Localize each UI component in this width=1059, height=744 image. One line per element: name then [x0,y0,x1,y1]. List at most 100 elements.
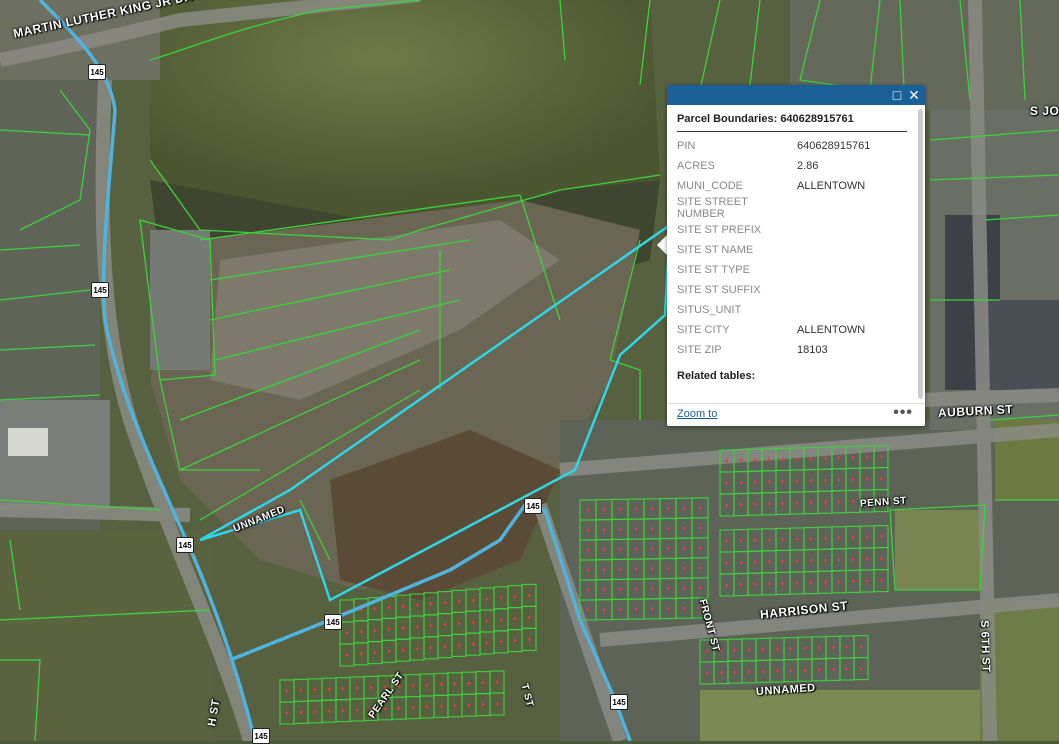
parcel-centroid [879,557,883,560]
parcel-centroid [345,631,349,635]
parcel-centroid [373,629,377,632]
parcel-centroid [739,539,743,542]
parcel-centroid [634,547,638,551]
parcel-centroid [618,608,622,611]
zoom-to-link[interactable]: Zoom to [677,408,717,420]
parcel-centroid [513,595,517,598]
parcel-centroid [879,455,883,458]
parcel-centroid [634,527,638,531]
parcel-centroid [443,623,447,626]
parcel-centroid [602,608,606,612]
parcel-centroid [439,683,443,686]
parcel-centroid [789,669,793,672]
parcel-centroid [859,645,863,648]
attribute-row: SITE ZIP 18103 [677,340,907,360]
parcel-centroid [457,622,461,625]
parcel-centroid [753,582,757,586]
parcel-centroid [851,536,855,539]
attribute-row: SITE ST NAME [677,240,907,260]
parcel-centroid [851,456,855,459]
attribute-label: PIN [677,140,696,152]
parcel-centroid [355,686,359,690]
parcel-centroid [859,667,863,670]
parcel-centroid [650,587,654,591]
parcel-centroid [831,668,835,671]
parcel-centroid [359,630,363,634]
parcel-centroid [481,703,485,706]
parcel-centroid [666,587,670,590]
more-actions-button[interactable]: ••• [893,404,913,422]
parcel-centroid [481,681,485,684]
parcel-centroid [767,582,771,586]
parcel-centroid [781,582,785,585]
route-shield: 145 [88,64,106,80]
parcel-centroid [837,580,841,584]
parcel-centroid [397,706,401,710]
parcel-centroid [618,588,622,591]
close-icon[interactable]: ✕ [906,87,922,103]
attribute-row: SITE CITY ALLENTOWN [677,320,907,340]
related-tables-label: Related tables: [677,370,756,382]
parcel-centroid [733,648,737,652]
parcel-centroid [345,653,349,657]
attribute-label: SITE ST PREFIX [677,224,762,236]
parcel-centroid [586,568,590,572]
parcel-centroid [485,619,489,623]
parcel-centroid [739,459,743,462]
parcel-centroid [369,686,373,689]
parcel-centroid [767,538,771,542]
parcel-centroid [666,507,670,510]
parcel-centroid [845,667,849,671]
parcel-centroid [299,711,303,714]
parcel-centroid [775,647,779,651]
parcel-centroid [809,479,813,482]
parcel-centroid [865,477,869,481]
parcel-centroid [634,507,638,511]
parcel-centroid [879,579,883,582]
maximize-icon[interactable]: □ [889,87,905,103]
parcel-centroid [411,684,415,687]
parcel-centroid [618,528,622,531]
parcel-centroid [495,680,499,684]
parcel-centroid [851,500,855,503]
parcel-centroid [527,616,531,619]
parcel-centroid [341,709,345,712]
parcel-centroid [795,501,799,505]
parcel-centroid [705,671,709,675]
attribute-label: SITE CITY [677,324,730,336]
parcel-centroid [781,458,785,461]
parcel-centroid [698,546,702,550]
parcel-centroid [586,508,590,512]
parcel-centroid [682,566,686,570]
parcel-centroid [753,502,757,506]
attribute-label: SITE ST TYPE [677,264,750,276]
parcel-centroid [753,538,757,542]
parcel-centroid [823,456,827,460]
parcel-centroid [602,508,606,512]
parcel-centroid [471,620,475,624]
parcel-centroid [845,645,849,649]
parcel-centroid [817,646,821,650]
parcel-centroid [725,503,729,507]
route-shield: 145 [91,282,109,298]
parcel-centroid [618,548,622,551]
parcel-centroid [725,583,729,587]
parcel-centroid [879,535,883,538]
attribute-label: SITE ZIP [677,344,722,356]
parcel-centroid [831,646,835,649]
parcel-centroid [401,626,405,630]
parcel-centroid [299,689,303,692]
parcel-centroid [634,567,638,571]
attribute-label: MUNI_CODE [677,180,744,192]
parcel-centroid [359,652,363,656]
parcel-centroid [634,587,638,591]
parcel-centroid [401,648,405,652]
attribute-row: ACRES 2.86 [677,156,907,176]
parcel-centroid [327,709,331,713]
parcel-centroid [373,607,377,610]
popup-scrollbar[interactable] [918,109,923,399]
parcel-centroid [837,536,841,540]
attribute-label: SITUS_UNIT [677,304,742,316]
parcel-centroid [387,606,391,609]
parcel-centroid [851,478,855,481]
